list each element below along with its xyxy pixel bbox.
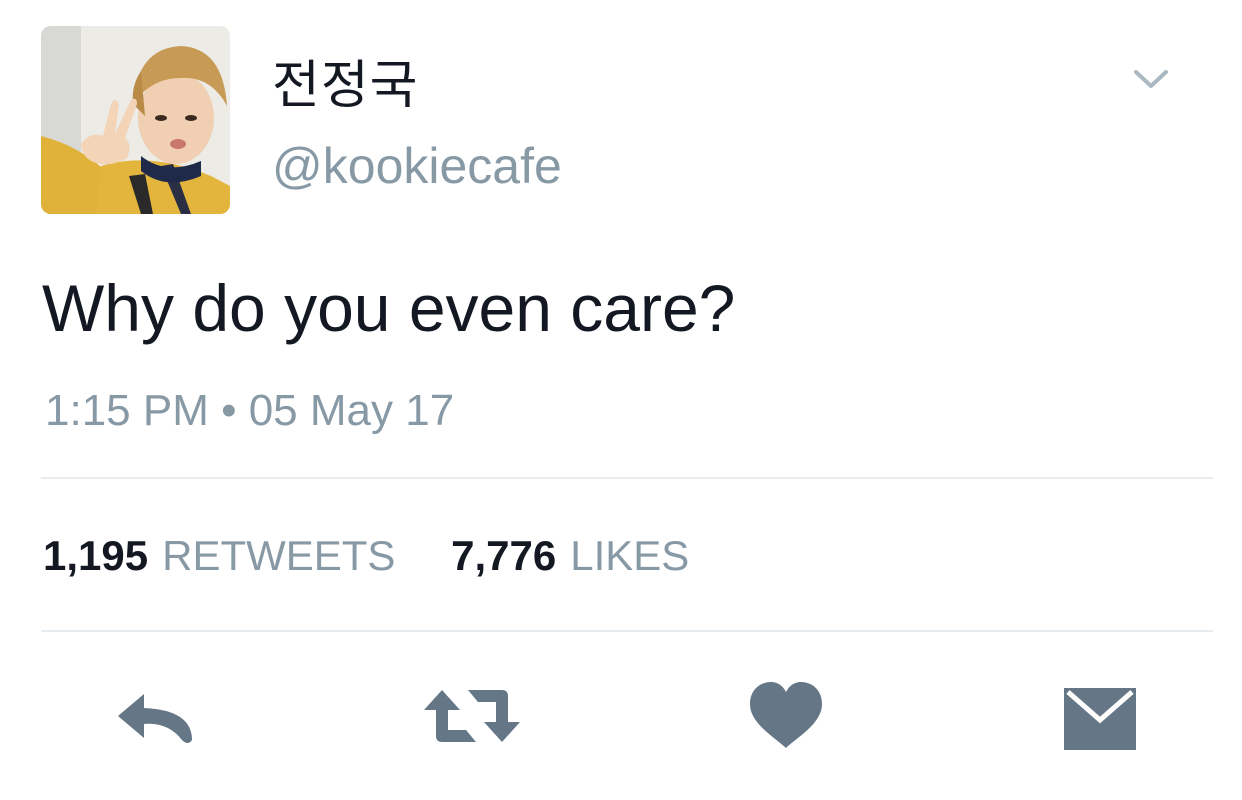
envelope-icon: [1064, 688, 1136, 750]
direct-message-button[interactable]: [1060, 680, 1140, 757]
display-name[interactable]: 전정국: [272, 44, 419, 128]
tweet-stats: 1,195 RETWEETS 7,776 LIKES: [43, 528, 689, 584]
tweet-timestamp[interactable]: 1:15 PM • 05 May 17: [45, 383, 454, 439]
likes-label: LIKES: [570, 532, 690, 579]
retweets-label: RETWEETS: [162, 532, 396, 579]
divider: [41, 630, 1213, 632]
user-handle[interactable]: @kookiecafe: [272, 136, 562, 196]
retweet-button[interactable]: [420, 680, 524, 757]
heart-icon: [750, 682, 822, 748]
retweets-count: 1,195: [43, 532, 149, 579]
retweets-stat[interactable]: 1,195 RETWEETS: [43, 532, 407, 579]
like-button[interactable]: [746, 680, 826, 757]
reply-button[interactable]: [112, 680, 200, 757]
reply-icon: [118, 694, 192, 743]
chevron-down-icon[interactable]: [1128, 60, 1174, 100]
likes-count: 7,776: [451, 532, 557, 579]
tweet-text: Why do you even care?: [42, 271, 736, 345]
tweet-detail: 전정국 @kookiecafe Why do you even care? 1:…: [0, 0, 1242, 800]
divider: [41, 477, 1213, 479]
likes-stat[interactable]: 7,776 LIKES: [451, 532, 689, 579]
retweet-icon: [424, 690, 520, 742]
avatar[interactable]: [41, 26, 230, 214]
avatar-photo: [41, 26, 230, 214]
